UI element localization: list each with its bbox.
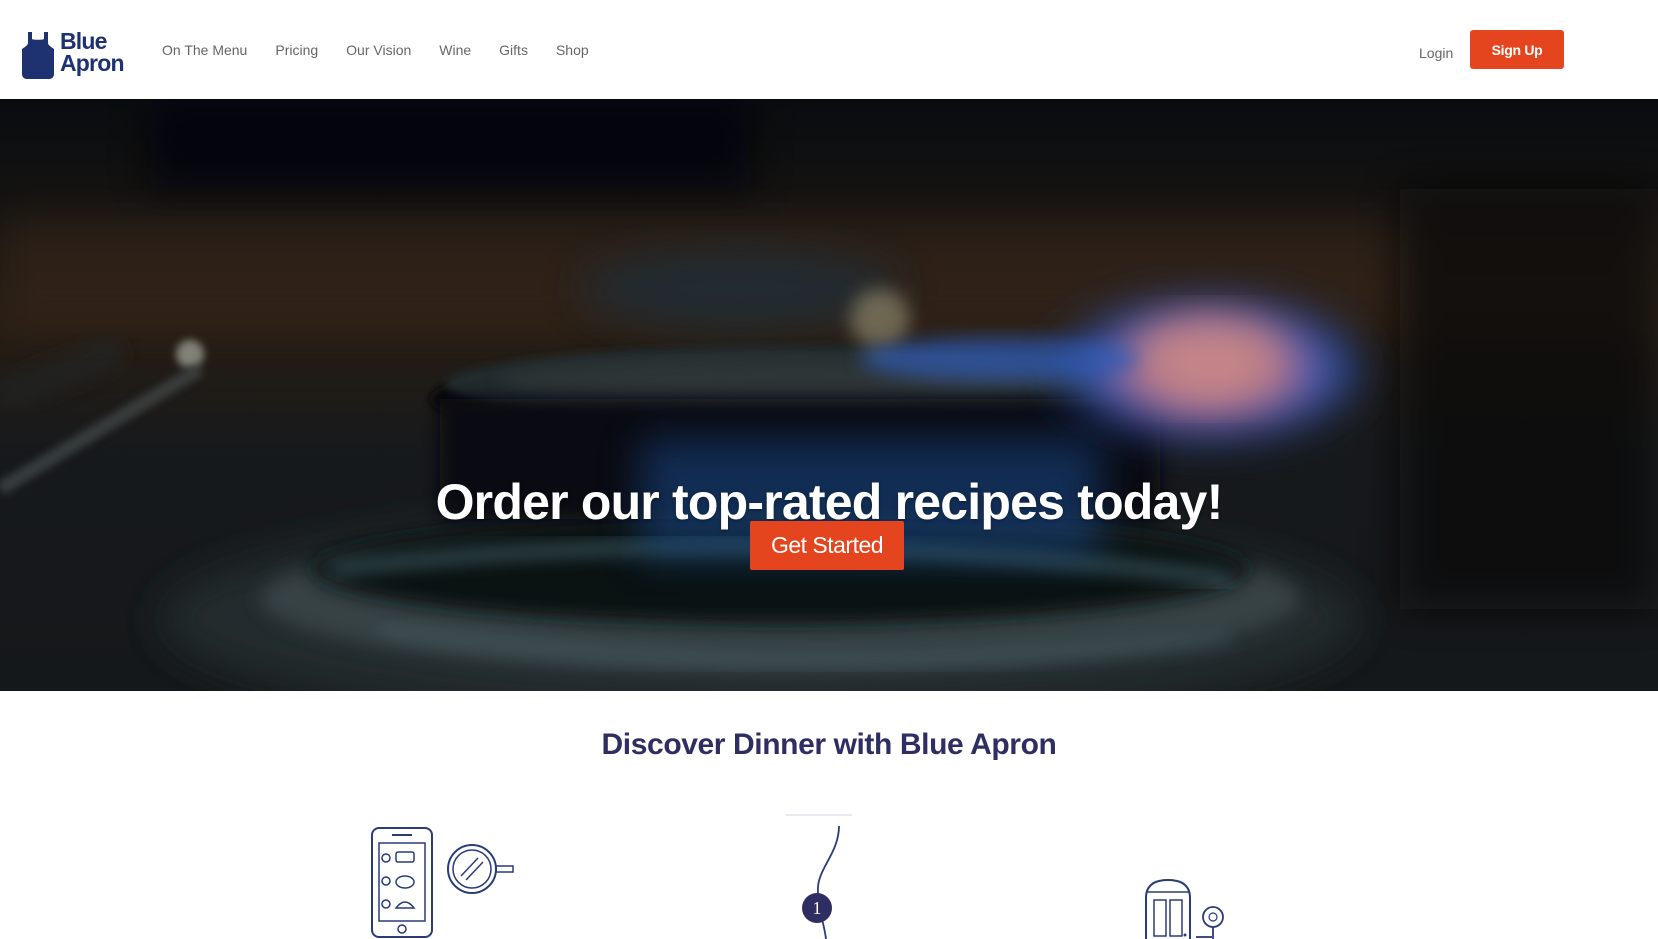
phone-menu-icon <box>371 827 433 938</box>
flower-icon <box>1196 906 1224 939</box>
hero-banner: Order our top-rated recipes today! Get S… <box>0 99 1658 691</box>
brand-wordmark: Blue Apron <box>60 28 125 76</box>
brand-line-2: Apron <box>60 50 125 76</box>
apron-logo-icon <box>22 32 54 79</box>
sign-up-button[interactable]: Sign Up <box>1470 30 1564 69</box>
nav-item-gifts[interactable]: Gifts <box>485 42 542 58</box>
main-nav: On The Menu Pricing Our Vision Wine Gift… <box>148 0 603 99</box>
nav-item-wine[interactable]: Wine <box>425 42 485 58</box>
nav-item-on-the-menu[interactable]: On The Menu <box>148 42 261 58</box>
brand-line-1: Blue <box>60 28 107 54</box>
nav-item-shop[interactable]: Shop <box>542 42 603 58</box>
hero-background-image <box>0 99 1658 691</box>
fridge-icon <box>1145 878 1191 939</box>
frying-pan-icon <box>447 844 514 894</box>
step-number-badge: 1 <box>812 898 822 918</box>
login-link[interactable]: Login <box>1419 45 1453 61</box>
site-header: Blue Apron On The Menu Pricing Our Visio… <box>0 0 1658 99</box>
nav-item-our-vision[interactable]: Our Vision <box>332 42 425 58</box>
nav-item-pricing[interactable]: Pricing <box>261 42 332 58</box>
brand-logo[interactable]: Blue Apron <box>20 28 130 82</box>
get-started-button[interactable]: Get Started <box>750 521 904 570</box>
discover-heading: Discover Dinner with Blue Apron <box>601 728 1057 761</box>
